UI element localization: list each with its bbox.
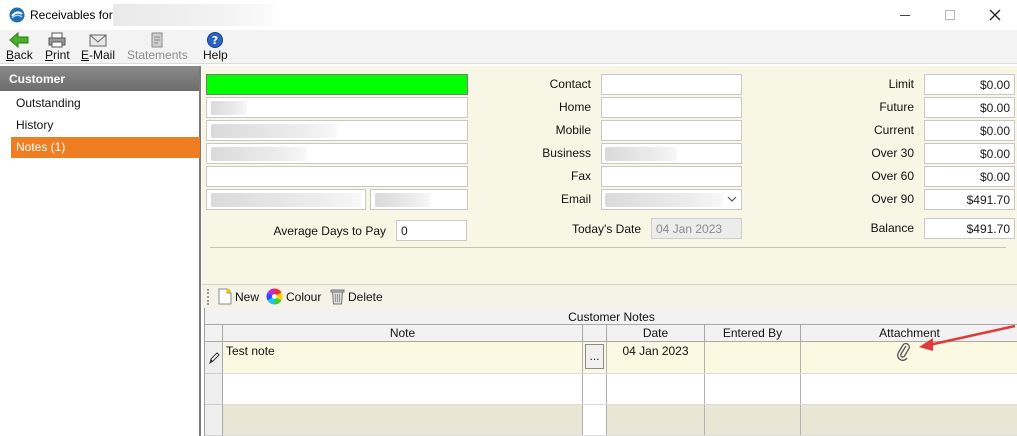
- customer-name-field[interactable]: [206, 97, 468, 118]
- trash-icon: [330, 289, 345, 305]
- over-90-field: $491.70: [924, 189, 1015, 210]
- contact-field[interactable]: [601, 74, 742, 95]
- todays-date-field: 04 Jan 2023: [651, 218, 742, 239]
- svg-text:?: ?: [212, 34, 218, 47]
- address-line-2-field[interactable]: [206, 143, 468, 164]
- title-bar: Receivables for: [0, 0, 1017, 30]
- nav-header: Customer: [0, 66, 199, 91]
- address-line-1-field[interactable]: [206, 120, 468, 141]
- delete-note-button[interactable]: Delete: [330, 288, 383, 305]
- row-selector-header: [205, 325, 223, 342]
- statements-button[interactable]: Statements: [127, 32, 188, 62]
- home-phone-field[interactable]: [601, 97, 742, 118]
- fax-field[interactable]: [601, 166, 742, 187]
- statements-icon: [151, 32, 163, 48]
- printer-icon: [48, 32, 66, 48]
- nav-item-outstanding[interactable]: Outstanding: [11, 93, 200, 114]
- chevron-down-icon: [727, 196, 737, 202]
- entered-by-cell[interactable]: [705, 342, 801, 373]
- colour-button[interactable]: Colour: [266, 288, 321, 305]
- suburb-field[interactable]: [206, 189, 366, 210]
- future-field: $0.00: [924, 97, 1015, 118]
- row-selector[interactable]: [205, 342, 223, 374]
- print-button[interactable]: Print: [45, 32, 70, 62]
- nav-item-history[interactable]: History: [11, 115, 200, 136]
- close-button[interactable]: [972, 0, 1017, 30]
- close-icon: [989, 9, 1001, 21]
- maximize-button[interactable]: [927, 0, 973, 30]
- mobile-field[interactable]: [601, 120, 742, 141]
- balance-field: $491.70: [924, 218, 1015, 239]
- back-arrow-icon: [9, 32, 29, 48]
- new-note-icon: [218, 288, 232, 305]
- email-button[interactable]: E-Mail: [81, 32, 115, 62]
- customer-status-indicator: [206, 74, 468, 95]
- postcode-field[interactable]: [370, 189, 468, 210]
- row-selector[interactable]: [205, 374, 223, 405]
- back-button[interactable]: Back: [6, 32, 33, 62]
- note-ellipsis-button[interactable]: ...: [585, 344, 604, 369]
- limit-field: $0.00: [924, 74, 1015, 95]
- nav-item-notes[interactable]: Notes (1): [11, 137, 200, 158]
- new-note-button[interactable]: New: [218, 288, 259, 305]
- date-cell[interactable]: 04 Jan 2023: [607, 342, 705, 373]
- section-divider: [210, 247, 1006, 248]
- colour-wheel-icon: [266, 288, 283, 305]
- help-button[interactable]: ? Help: [203, 32, 228, 62]
- table-row[interactable]: Test note ... 04 Jan 2023: [205, 342, 1017, 374]
- window-title: Receivables for: [30, 8, 113, 22]
- note-edit-cell: ...: [583, 342, 607, 373]
- notes-toolbar: New Colour Delete: [202, 284, 1017, 308]
- avg-days-label: Average Days to Pay: [273, 224, 386, 238]
- table-row[interactable]: [205, 374, 1017, 405]
- current-field: $0.00: [924, 120, 1015, 141]
- column-header-button: [583, 325, 607, 342]
- customer-details-panel: Average Days to Pay 0 Contact Home Mobil…: [202, 66, 1017, 284]
- help-icon: ?: [207, 32, 224, 48]
- grid-caption: Customer Notes: [205, 308, 1017, 325]
- address-line-3-field[interactable]: [206, 166, 468, 187]
- note-cell[interactable]: Test note: [223, 342, 583, 373]
- todays-date-label: Today's Date: [572, 222, 641, 236]
- pencil-icon: [209, 352, 220, 365]
- column-header-note[interactable]: Note: [223, 325, 583, 342]
- main-toolbar: Back Print E-Mail Statements ? Help: [0, 30, 1017, 64]
- envelope-icon: [89, 34, 107, 47]
- minimize-icon: [900, 14, 910, 16]
- email-combo[interactable]: [601, 189, 742, 210]
- customer-notes-grid: Customer Notes Note Date Entered By Atta…: [204, 308, 1017, 436]
- paperclip-icon[interactable]: [897, 343, 911, 361]
- app-icon: [9, 7, 25, 23]
- table-row[interactable]: [205, 405, 1017, 436]
- column-header-entered-by[interactable]: Entered By: [705, 325, 801, 342]
- customer-nav-panel: Customer Outstanding History Notes (1): [0, 66, 201, 436]
- avg-days-field[interactable]: 0: [396, 220, 467, 241]
- over-30-field: $0.00: [924, 143, 1015, 164]
- minimize-button[interactable]: [882, 0, 928, 30]
- redacted-customer-name: [113, 4, 273, 26]
- business-phone-field[interactable]: [601, 143, 742, 164]
- over-60-field: $0.00: [924, 166, 1015, 187]
- toolbar-grip[interactable]: [207, 289, 210, 305]
- row-selector[interactable]: [205, 405, 223, 436]
- column-header-date[interactable]: Date: [607, 325, 705, 342]
- maximize-icon: [945, 10, 955, 20]
- annotation-arrow: [919, 324, 1016, 351]
